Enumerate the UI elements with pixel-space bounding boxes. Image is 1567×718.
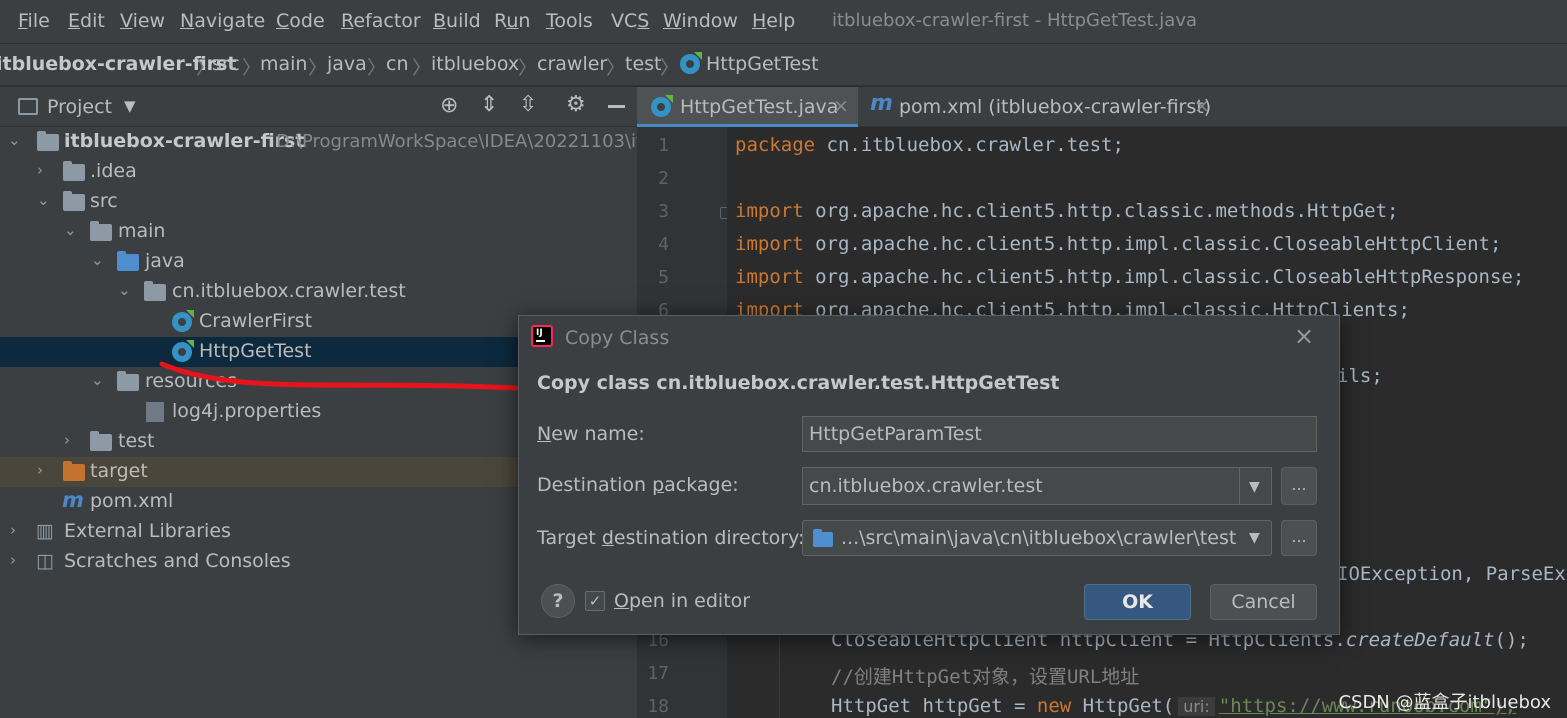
new-name-input[interactable]: HttpGetParamTest: [802, 416, 1317, 452]
copy-class-dialog: IJ Copy Class × Copy class cn.itbluebox.…: [518, 315, 1340, 635]
chevron-down-icon[interactable]: ▼: [1249, 469, 1260, 505]
destination-package-label: Destination package:: [537, 474, 739, 496]
dialog-title: Copy Class: [565, 327, 670, 349]
source-folder-icon: [813, 529, 833, 547]
close-icon[interactable]: ×: [1294, 322, 1314, 350]
browse-directory-button[interactable]: ...: [1281, 520, 1317, 556]
destination-package-combo[interactable]: cn.itbluebox.crawler.test ▼: [802, 467, 1272, 505]
open-in-editor-checkbox[interactable]: ✓: [585, 591, 605, 611]
target-directory-combo[interactable]: ...\src\main\java\cn\itbluebox\crawler\t…: [802, 520, 1272, 556]
target-directory-label: Target destination directory:: [537, 527, 805, 549]
destination-package-value: cn.itbluebox.crawler.test: [809, 475, 1043, 497]
new-name-label: New name:: [537, 423, 645, 445]
intellij-logo-icon: IJ: [531, 325, 553, 347]
target-directory-value: ...\src\main\java\cn\itbluebox\crawler\t…: [841, 527, 1237, 549]
ok-button[interactable]: OK: [1084, 584, 1191, 620]
cancel-button[interactable]: Cancel: [1210, 584, 1317, 620]
watermark: CSDN @蓝盒子itbluebox: [1338, 692, 1551, 713]
chevron-down-icon[interactable]: ▼: [1249, 521, 1260, 555]
open-in-editor-label: Open in editor: [614, 590, 751, 612]
help-button[interactable]: ?: [541, 584, 575, 618]
dialog-heading: Copy class cn.itbluebox.crawler.test.Htt…: [537, 372, 1060, 394]
browse-package-button[interactable]: ...: [1281, 467, 1317, 505]
